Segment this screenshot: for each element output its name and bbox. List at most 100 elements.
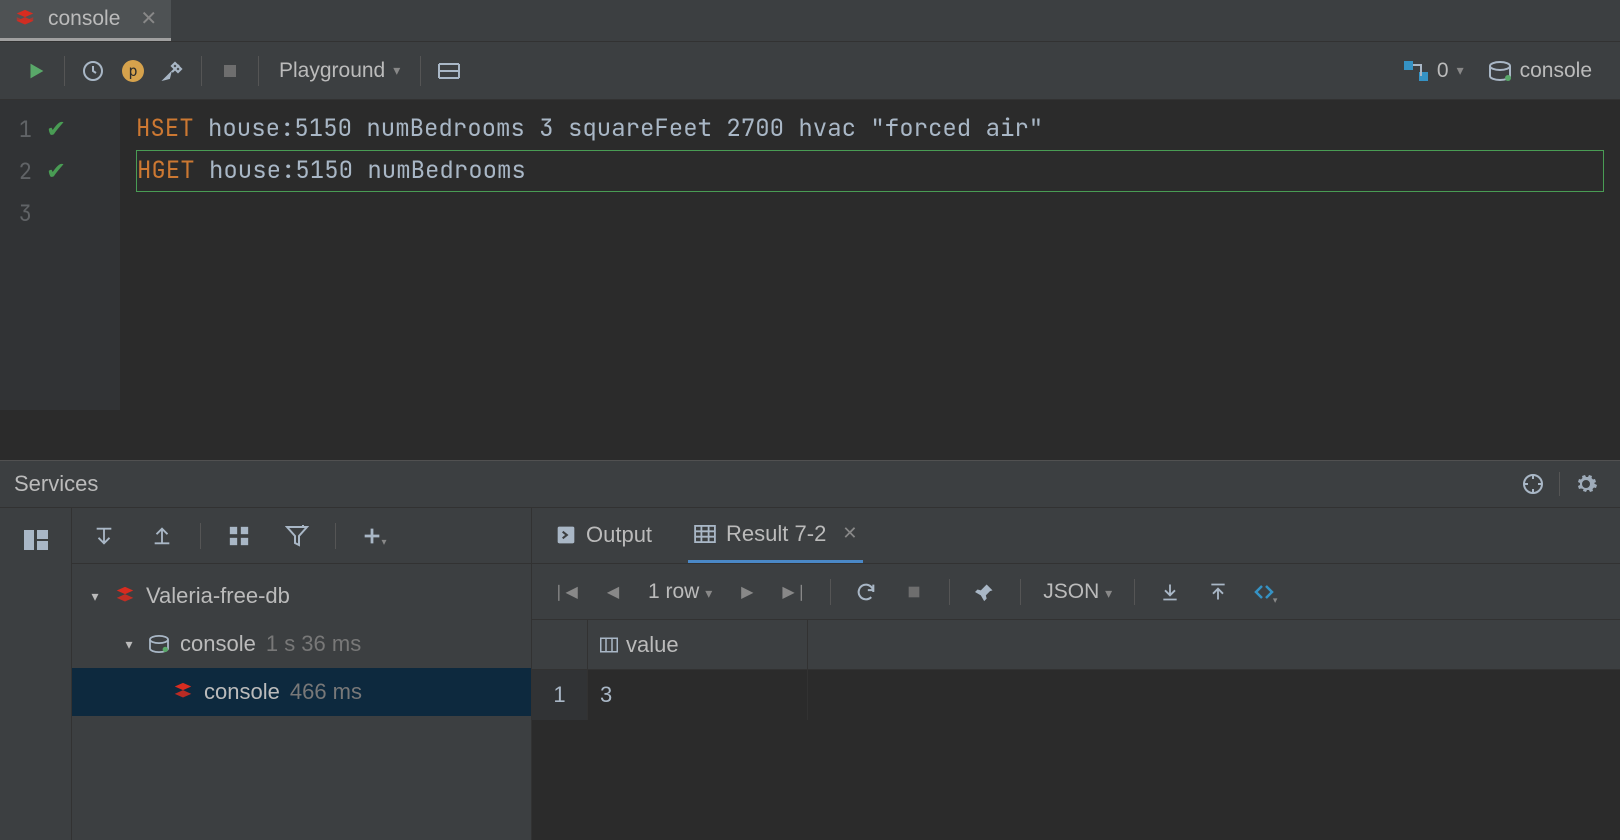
redis-icon (172, 681, 194, 703)
services-right: Output Result 7-2 ✕ ❘◀ ◀ 1 row ▾ ▶ ▶❘ JS… (532, 508, 1620, 840)
divider (200, 523, 201, 549)
tree-db-node[interactable]: ▾ Valeria-free-db (72, 572, 531, 620)
svg-text:p: p (128, 62, 137, 80)
divider (1134, 579, 1135, 605)
tree-node-time: 1 s 36 ms (266, 631, 361, 657)
chevron-down-icon: ▾ (1457, 62, 1464, 79)
table-icon (694, 525, 716, 543)
result-tabs: Output Result 7-2 ✕ (532, 508, 1620, 564)
services-side-tools (0, 508, 72, 840)
divider (420, 56, 421, 86)
result-grid[interactable]: value 1 3 (532, 620, 1620, 840)
first-page-icon[interactable]: ❘◀ (546, 573, 584, 611)
result-toolbar: ❘◀ ◀ 1 row ▾ ▶ ▶❘ JSON ▾ ▾ (532, 564, 1620, 620)
editor-tab-console[interactable]: console ✕ (0, 0, 171, 41)
gutter: 1 ✔ 2 ✔ 3 (0, 100, 120, 410)
gear-icon[interactable] (1566, 464, 1606, 504)
tree-toolbar: ▾ (72, 508, 531, 564)
attached-console[interactable]: console (1476, 59, 1604, 83)
grid-icon[interactable] (219, 516, 259, 556)
layout-icon[interactable] (16, 520, 56, 560)
chevron-down-icon: ▾ (393, 62, 400, 79)
divider (1020, 579, 1021, 605)
grid-column-header[interactable]: value (588, 620, 808, 669)
services-tree: ▾ ▾ Valeria-free-db ▾ console 1 s 36 ms … (72, 508, 532, 840)
format-dropdown[interactable]: JSON ▾ (1037, 580, 1118, 604)
check-icon: ✔ (46, 157, 66, 186)
run-button[interactable] (16, 51, 56, 91)
services-panel: ▾ ▾ Valeria-free-db ▾ console 1 s 36 ms … (0, 508, 1620, 840)
compare-icon[interactable]: ▾ (1247, 573, 1285, 611)
chevron-down-icon: ▾ (705, 585, 712, 601)
divider (1559, 472, 1560, 496)
code-line[interactable]: HSET house:5150 numBedrooms 3 squareFeet… (136, 108, 1604, 150)
tree-leaf-label: console (204, 679, 280, 705)
tree-leaf-time: 466 ms (290, 679, 362, 705)
next-page-icon[interactable]: ▶ (728, 573, 766, 611)
target-icon[interactable] (1513, 464, 1553, 504)
settings-button[interactable] (153, 51, 193, 91)
code-line[interactable] (136, 192, 1604, 234)
divider (201, 56, 202, 86)
execution-target-dropdown[interactable]: Playground ▾ (267, 59, 412, 83)
tree-console-leaf[interactable]: console 466 ms (72, 668, 531, 716)
grid-cell[interactable]: 3 (588, 670, 808, 720)
tree-db-label: Valeria-free-db (146, 583, 290, 609)
connections-dropdown[interactable]: 0 ▾ (1391, 59, 1476, 83)
close-icon[interactable]: ✕ (140, 6, 157, 31)
panel-gap (0, 410, 1620, 460)
collapse-all-icon[interactable] (142, 516, 182, 556)
tab-output-label: Output (586, 522, 652, 548)
pin-icon[interactable] (966, 573, 1004, 611)
add-icon[interactable]: ▾ (354, 516, 394, 556)
divider (949, 579, 950, 605)
services-header: Services (0, 460, 1620, 508)
expand-all-icon[interactable] (84, 516, 124, 556)
check-icon: ✔ (46, 115, 66, 144)
code-line[interactable]: HGET house:5150 numBedrooms (136, 150, 1604, 192)
output-icon (556, 525, 576, 545)
column-icon (600, 637, 618, 653)
divider (64, 56, 65, 86)
panel-title: Services (14, 471, 98, 497)
tab-output[interactable]: Output (550, 515, 658, 563)
filter-icon[interactable] (277, 516, 317, 556)
line-number: 3 (14, 199, 32, 228)
tree-console-node[interactable]: ▾ console 1 s 36 ms (72, 620, 531, 668)
tree-body: ▾ Valeria-free-db ▾ console 1 s 36 ms co… (72, 564, 531, 840)
line-number: 2 (14, 157, 32, 186)
grid-row-number: 1 (532, 670, 588, 720)
plan-button[interactable]: p (113, 51, 153, 91)
editor-toolbar: p Playground ▾ 0 ▾ console (0, 42, 1620, 100)
tab-result-label: Result 7-2 (726, 521, 826, 547)
divider (830, 579, 831, 605)
tab-result[interactable]: Result 7-2 ✕ (688, 515, 863, 563)
reload-icon[interactable] (847, 573, 885, 611)
close-icon[interactable]: ✕ (842, 523, 857, 544)
line-number: 1 (14, 115, 32, 144)
connections-count: 0 (1437, 59, 1449, 83)
chevron-down-icon: ▾ (1105, 585, 1112, 601)
export-icon[interactable] (1151, 573, 1189, 611)
grid-column-label: value (626, 632, 679, 658)
console-icon (1488, 61, 1512, 81)
chevron-down-icon: ▾ (120, 636, 138, 653)
table-view-button[interactable] (429, 51, 469, 91)
grid-row[interactable]: 1 3 (532, 670, 1620, 720)
import-icon[interactable] (1199, 573, 1237, 611)
console-icon (148, 635, 170, 653)
tree-node-label: console (180, 631, 256, 657)
attached-console-label: console (1520, 59, 1592, 83)
last-page-icon[interactable]: ▶❘ (776, 573, 814, 611)
code-editor[interactable]: 1 ✔ 2 ✔ 3 HSET house:5150 numBedrooms 3 sq… (0, 100, 1620, 410)
editor-tab-label: console (48, 7, 120, 31)
code-area[interactable]: HSET house:5150 numBedrooms 3 squareFeet… (120, 100, 1620, 410)
history-button[interactable] (73, 51, 113, 91)
grid-corner (532, 620, 588, 669)
stop-icon[interactable] (895, 573, 933, 611)
stop-button[interactable] (210, 51, 250, 91)
editor-tabbar: console ✕ (0, 0, 1620, 42)
dropdown-label: Playground (279, 59, 385, 83)
prev-page-icon[interactable]: ◀ (594, 573, 632, 611)
row-count-dropdown[interactable]: 1 row ▾ (642, 580, 718, 604)
